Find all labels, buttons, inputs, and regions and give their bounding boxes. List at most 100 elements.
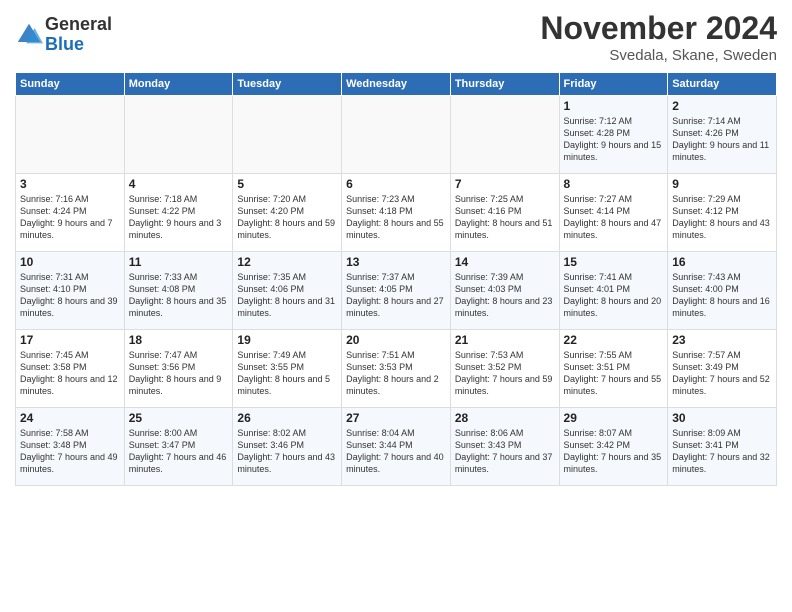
week-row-1: 1 Sunrise: 7:12 AM Sunset: 4:28 PM Daylig… [16, 96, 777, 174]
day-cell: 29 Sunrise: 8:07 AM Sunset: 3:42 PM Dayli… [559, 408, 668, 486]
day-number: 26 [237, 411, 337, 425]
day-info: Sunrise: 7:47 AM Sunset: 3:56 PM Dayligh… [129, 349, 229, 398]
day-info: Sunrise: 7:51 AM Sunset: 3:53 PM Dayligh… [346, 349, 446, 398]
day-info: Sunrise: 8:04 AM Sunset: 3:44 PM Dayligh… [346, 427, 446, 476]
day-number: 21 [455, 333, 555, 347]
day-number: 7 [455, 177, 555, 191]
day-info: Sunrise: 7:35 AM Sunset: 4:06 PM Dayligh… [237, 271, 337, 320]
header-thursday: Thursday [450, 73, 559, 96]
day-info: Sunrise: 7:55 AM Sunset: 3:51 PM Dayligh… [564, 349, 664, 398]
header-saturday: Saturday [668, 73, 777, 96]
day-info: Sunrise: 7:27 AM Sunset: 4:14 PM Dayligh… [564, 193, 664, 242]
day-cell: 15 Sunrise: 7:41 AM Sunset: 4:01 PM Dayli… [559, 252, 668, 330]
day-cell [16, 96, 125, 174]
day-cell: 6 Sunrise: 7:23 AM Sunset: 4:18 PM Daylig… [342, 174, 451, 252]
day-cell [450, 96, 559, 174]
day-cell: 8 Sunrise: 7:27 AM Sunset: 4:14 PM Daylig… [559, 174, 668, 252]
day-info: Sunrise: 7:49 AM Sunset: 3:55 PM Dayligh… [237, 349, 337, 398]
day-info: Sunrise: 7:37 AM Sunset: 4:05 PM Dayligh… [346, 271, 446, 320]
weekday-header-row: Sunday Monday Tuesday Wednesday Thursday… [16, 73, 777, 96]
day-cell: 5 Sunrise: 7:20 AM Sunset: 4:20 PM Daylig… [233, 174, 342, 252]
logo-blue-text: Blue [45, 34, 84, 54]
day-cell: 13 Sunrise: 7:37 AM Sunset: 4:05 PM Dayli… [342, 252, 451, 330]
day-info: Sunrise: 7:23 AM Sunset: 4:18 PM Dayligh… [346, 193, 446, 242]
day-number: 28 [455, 411, 555, 425]
day-number: 12 [237, 255, 337, 269]
day-cell: 12 Sunrise: 7:35 AM Sunset: 4:06 PM Dayli… [233, 252, 342, 330]
day-cell: 3 Sunrise: 7:16 AM Sunset: 4:24 PM Daylig… [16, 174, 125, 252]
day-number: 24 [20, 411, 120, 425]
day-info: Sunrise: 7:39 AM Sunset: 4:03 PM Dayligh… [455, 271, 555, 320]
day-number: 10 [20, 255, 120, 269]
day-cell: 9Sunrise: 7:29 AM Sunset: 4:12 PM Daylig… [668, 174, 777, 252]
header-tuesday: Tuesday [233, 73, 342, 96]
day-number: 30 [672, 411, 772, 425]
day-info: Sunrise: 7:33 AM Sunset: 4:08 PM Dayligh… [129, 271, 229, 320]
day-number: 6 [346, 177, 446, 191]
day-info: Sunrise: 7:58 AM Sunset: 3:48 PM Dayligh… [20, 427, 120, 476]
day-info: Sunrise: 7:25 AM Sunset: 4:16 PM Dayligh… [455, 193, 555, 242]
logo: General Blue [15, 15, 112, 55]
day-cell: 17Sunrise: 7:45 AM Sunset: 3:58 PM Dayli… [16, 330, 125, 408]
day-cell: 26 Sunrise: 8:02 AM Sunset: 3:46 PM Dayli… [233, 408, 342, 486]
logo-icon [15, 21, 43, 49]
location-title: Svedala, Skane, Sweden [540, 47, 777, 64]
day-cell: 10 Sunrise: 7:31 AM Sunset: 4:10 PM Dayli… [16, 252, 125, 330]
day-number: 19 [237, 333, 337, 347]
day-info: Sunrise: 7:41 AM Sunset: 4:01 PM Dayligh… [564, 271, 664, 320]
day-info: Sunrise: 8:00 AM Sunset: 3:47 PM Dayligh… [129, 427, 229, 476]
day-number: 8 [564, 177, 664, 191]
day-number: 20 [346, 333, 446, 347]
day-cell: 16 Sunrise: 7:43 AM Sunset: 4:00 PM Dayli… [668, 252, 777, 330]
title-block: November 2024 Svedala, Skane, Sweden [540, 10, 777, 64]
day-cell: 1 Sunrise: 7:12 AM Sunset: 4:28 PM Daylig… [559, 96, 668, 174]
day-cell: 30 Sunrise: 8:09 AM Sunset: 3:41 PM Dayli… [668, 408, 777, 486]
day-info: Sunrise: 7:53 AM Sunset: 3:52 PM Dayligh… [455, 349, 555, 398]
page-container: General Blue November 2024 Svedala, Skan… [0, 0, 792, 491]
day-number: 27 [346, 411, 446, 425]
day-cell: 14 Sunrise: 7:39 AM Sunset: 4:03 PM Dayli… [450, 252, 559, 330]
month-title: November 2024 [540, 10, 777, 47]
day-info: Sunrise: 7:14 AM Sunset: 4:26 PM Dayligh… [672, 115, 772, 164]
day-number: 4 [129, 177, 229, 191]
week-row-3: 10 Sunrise: 7:31 AM Sunset: 4:10 PM Dayli… [16, 252, 777, 330]
day-number: 1 [564, 99, 664, 113]
day-info: Sunrise: 7:18 AM Sunset: 4:22 PM Dayligh… [129, 193, 229, 242]
day-info: Sunrise: 8:09 AM Sunset: 3:41 PM Dayligh… [672, 427, 772, 476]
day-number: 9 [672, 177, 772, 191]
header-sunday: Sunday [16, 73, 125, 96]
day-cell: 20 Sunrise: 7:51 AM Sunset: 3:53 PM Dayli… [342, 330, 451, 408]
day-info: Sunrise: 7:12 AM Sunset: 4:28 PM Dayligh… [564, 115, 664, 164]
day-info: Sunrise: 7:31 AM Sunset: 4:10 PM Dayligh… [20, 271, 120, 320]
day-number: 3 [20, 177, 120, 191]
day-info: Sunrise: 8:02 AM Sunset: 3:46 PM Dayligh… [237, 427, 337, 476]
header-wednesday: Wednesday [342, 73, 451, 96]
day-number: 5 [237, 177, 337, 191]
day-cell: 7 Sunrise: 7:25 AM Sunset: 4:16 PM Daylig… [450, 174, 559, 252]
day-number: 29 [564, 411, 664, 425]
day-number: 13 [346, 255, 446, 269]
day-info: Sunrise: 7:16 AM Sunset: 4:24 PM Dayligh… [20, 193, 120, 242]
day-number: 16 [672, 255, 772, 269]
day-cell: 19 Sunrise: 7:49 AM Sunset: 3:55 PM Dayli… [233, 330, 342, 408]
header: General Blue November 2024 Svedala, Skan… [15, 10, 777, 64]
day-cell: 27 Sunrise: 8:04 AM Sunset: 3:44 PM Dayli… [342, 408, 451, 486]
week-row-4: 17Sunrise: 7:45 AM Sunset: 3:58 PM Dayli… [16, 330, 777, 408]
day-cell [124, 96, 233, 174]
week-row-2: 3 Sunrise: 7:16 AM Sunset: 4:24 PM Daylig… [16, 174, 777, 252]
day-number: 11 [129, 255, 229, 269]
day-info: Sunrise: 7:20 AM Sunset: 4:20 PM Dayligh… [237, 193, 337, 242]
day-number: 14 [455, 255, 555, 269]
header-friday: Friday [559, 73, 668, 96]
day-cell: 28Sunrise: 8:06 AM Sunset: 3:43 PM Dayli… [450, 408, 559, 486]
day-cell: 11 Sunrise: 7:33 AM Sunset: 4:08 PM Dayli… [124, 252, 233, 330]
day-cell: 25Sunrise: 8:00 AM Sunset: 3:47 PM Dayli… [124, 408, 233, 486]
day-info: Sunrise: 8:07 AM Sunset: 3:42 PM Dayligh… [564, 427, 664, 476]
day-cell: 4 Sunrise: 7:18 AM Sunset: 4:22 PM Daylig… [124, 174, 233, 252]
day-cell: 24 Sunrise: 7:58 AM Sunset: 3:48 PM Dayli… [16, 408, 125, 486]
day-info: Sunrise: 7:57 AM Sunset: 3:49 PM Dayligh… [672, 349, 772, 398]
day-cell: 23Sunrise: 7:57 AM Sunset: 3:49 PM Dayli… [668, 330, 777, 408]
day-number: 17 [20, 333, 120, 347]
day-info: Sunrise: 7:43 AM Sunset: 4:00 PM Dayligh… [672, 271, 772, 320]
day-number: 15 [564, 255, 664, 269]
